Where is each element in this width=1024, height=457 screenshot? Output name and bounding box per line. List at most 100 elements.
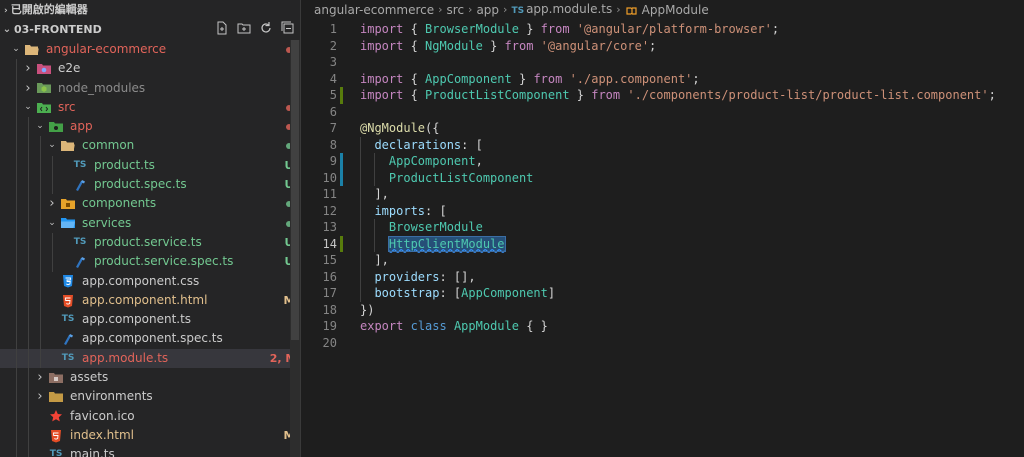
code-line[interactable]: 11 ],: [301, 186, 1024, 203]
tree-folder-row[interactable]: › assets: [0, 368, 300, 388]
code-line[interactable]: 2 import { NgModule } from '@angular/core…: [301, 38, 1024, 55]
tree-file-row[interactable]: index.html M: [0, 425, 300, 446]
indent-guide: [28, 445, 29, 457]
html-file-icon: [60, 294, 76, 308]
code-text: bootstrap: [AppComponent]: [360, 285, 555, 302]
code-line[interactable]: 14 HttpClientModule: [301, 235, 1024, 252]
code-token: ;: [771, 22, 780, 36]
chevron-right-icon[interactable]: ›: [46, 194, 58, 213]
chevron-down-icon[interactable]: ⌄: [46, 136, 58, 155]
tree-folder-row[interactable]: › components: [0, 194, 300, 214]
new-folder-icon[interactable]: [236, 20, 252, 36]
code-line[interactable]: 18}): [301, 302, 1024, 319]
code-area[interactable]: 1 import { BrowserModule } from '@angular…: [301, 21, 1024, 351]
git-added-marker[interactable]: [340, 87, 343, 104]
breadcrumb-item[interactable]: angular-ecommerce: [314, 0, 434, 20]
code-line[interactable]: 15 ],: [301, 252, 1024, 269]
tree-file-row[interactable]: TS product.service.ts U: [0, 232, 300, 253]
indent-guide: [16, 59, 17, 79]
tree-folder-row[interactable]: ⌄ angular-ecommerce: [0, 40, 300, 59]
tree-folder-row[interactable]: ⌄ services: [0, 213, 300, 233]
code-token: ]: [547, 286, 556, 300]
code-token: NgModule: [425, 38, 483, 53]
code-line[interactable]: 19 export class AppModule { }: [301, 318, 1024, 335]
code-token: }: [482, 38, 505, 53]
code-line[interactable]: 12 imports: [: [301, 203, 1024, 220]
indent-guide: [16, 97, 17, 118]
line-number: 10: [322, 170, 337, 185]
breadcrumb-symbol[interactable]: AppModule: [625, 0, 709, 20]
chevron-down-icon[interactable]: ⌄: [22, 98, 34, 117]
tree-folder-row[interactable]: › node_modules: [0, 78, 300, 98]
collapse-all-icon[interactable]: [280, 20, 296, 36]
tree-item-label: e2e: [58, 61, 81, 76]
tree-file-row[interactable]: favicon.ico: [0, 406, 300, 426]
breadcrumb-item[interactable]: app: [476, 0, 499, 20]
tree-item-label: node_modules: [58, 80, 146, 95]
favicon-file-icon: [48, 409, 64, 423]
tree-file-row[interactable]: TS main.ts: [0, 445, 300, 457]
code-line[interactable]: 17 bootstrap: [AppComponent]: [301, 285, 1024, 302]
code-line[interactable]: 1 import { BrowserModule } from '@angular…: [301, 21, 1024, 38]
tree-file-row[interactable]: product.service.spec.ts U: [0, 252, 300, 272]
chevron-right-icon[interactable]: ›: [34, 387, 46, 406]
chevron-down-icon[interactable]: ⌄: [10, 40, 22, 59]
code-line[interactable]: 10 ProductListComponent: [301, 169, 1024, 186]
tree-folder-row[interactable]: › environments: [0, 387, 300, 407]
tree-file-row[interactable]: product.spec.ts U: [0, 175, 300, 195]
chevron-right-icon[interactable]: ›: [22, 79, 34, 98]
line-number: 3: [329, 55, 337, 69]
code-line[interactable]: 3: [301, 54, 1024, 71]
code-line[interactable]: 5 import { ProductListComponent } from '.…: [301, 87, 1024, 104]
indent-guide: [40, 232, 41, 253]
new-file-icon[interactable]: [214, 20, 230, 36]
tree-item-label: app.component.css: [82, 273, 200, 288]
breadcrumb-item[interactable]: src: [447, 0, 465, 20]
chevron-down-icon[interactable]: ⌄: [46, 214, 58, 233]
tree-folder-row[interactable]: ⌄ app: [0, 117, 300, 137]
code-token: imports: [374, 203, 426, 218]
code-line[interactable]: 8 declarations: [: [301, 137, 1024, 154]
code-line[interactable]: 9 AppComponent,: [301, 153, 1024, 170]
code-editor[interactable]: angular-ecommerce › src › app › TS app.mo…: [301, 0, 1024, 457]
indent-guide: [16, 232, 17, 253]
tree-file-row[interactable]: app.component.html M: [0, 290, 300, 311]
line-number: 12: [322, 203, 337, 218]
chevron-right-icon[interactable]: ›: [22, 59, 34, 78]
git-modified-marker[interactable]: [340, 169, 343, 186]
indent-guide: [16, 213, 17, 233]
tree-folder-row[interactable]: › e2e: [0, 59, 300, 79]
git-added-marker[interactable]: [340, 235, 343, 252]
refresh-icon[interactable]: [258, 20, 274, 36]
code-line[interactable]: 20: [301, 335, 1024, 352]
chevron-down-icon[interactable]: ⌄: [34, 117, 46, 136]
indent-guide: [40, 329, 41, 349]
code-line[interactable]: 4 import { AppComponent } from './app.com…: [301, 71, 1024, 88]
line-number: 19: [322, 319, 337, 333]
git-modified-marker[interactable]: [340, 153, 343, 170]
tree-folder-row[interactable]: ⌄ common: [0, 136, 300, 156]
code-line[interactable]: 7 @NgModule({: [301, 120, 1024, 137]
breadcrumb-file[interactable]: TS app.module.ts: [511, 0, 612, 21]
code-line[interactable]: 13 BrowserModule: [301, 219, 1024, 236]
tree-file-row[interactable]: TS app.component.ts: [0, 310, 300, 330]
tree-file-row[interactable]: app.component.spec.ts: [0, 329, 300, 349]
chevron-right-icon[interactable]: ›: [34, 368, 46, 387]
tree-file-row[interactable]: TS product.ts U: [0, 155, 300, 176]
code-line[interactable]: 16 providers: [],: [301, 269, 1024, 286]
indent-guide: [52, 232, 53, 253]
indent-guide: [28, 117, 29, 137]
code-token: ],: [360, 187, 389, 201]
sidebar-scroll-thumb[interactable]: [291, 40, 299, 340]
tree-file-row[interactable]: TS app.module.ts 2, M: [0, 348, 300, 369]
open-editors-header[interactable]: › 已開啟的編輯器: [0, 0, 300, 20]
code-token: providers: [374, 269, 440, 284]
tree-folder-row[interactable]: ⌄ src: [0, 97, 300, 118]
line-number: 16: [322, 269, 337, 284]
tree-file-row[interactable]: app.component.css: [0, 271, 300, 291]
code-line[interactable]: 6: [301, 104, 1024, 121]
services-folder-icon: [60, 216, 76, 230]
project-header[interactable]: ⌄ 03-FRONTEND: [0, 20, 300, 40]
